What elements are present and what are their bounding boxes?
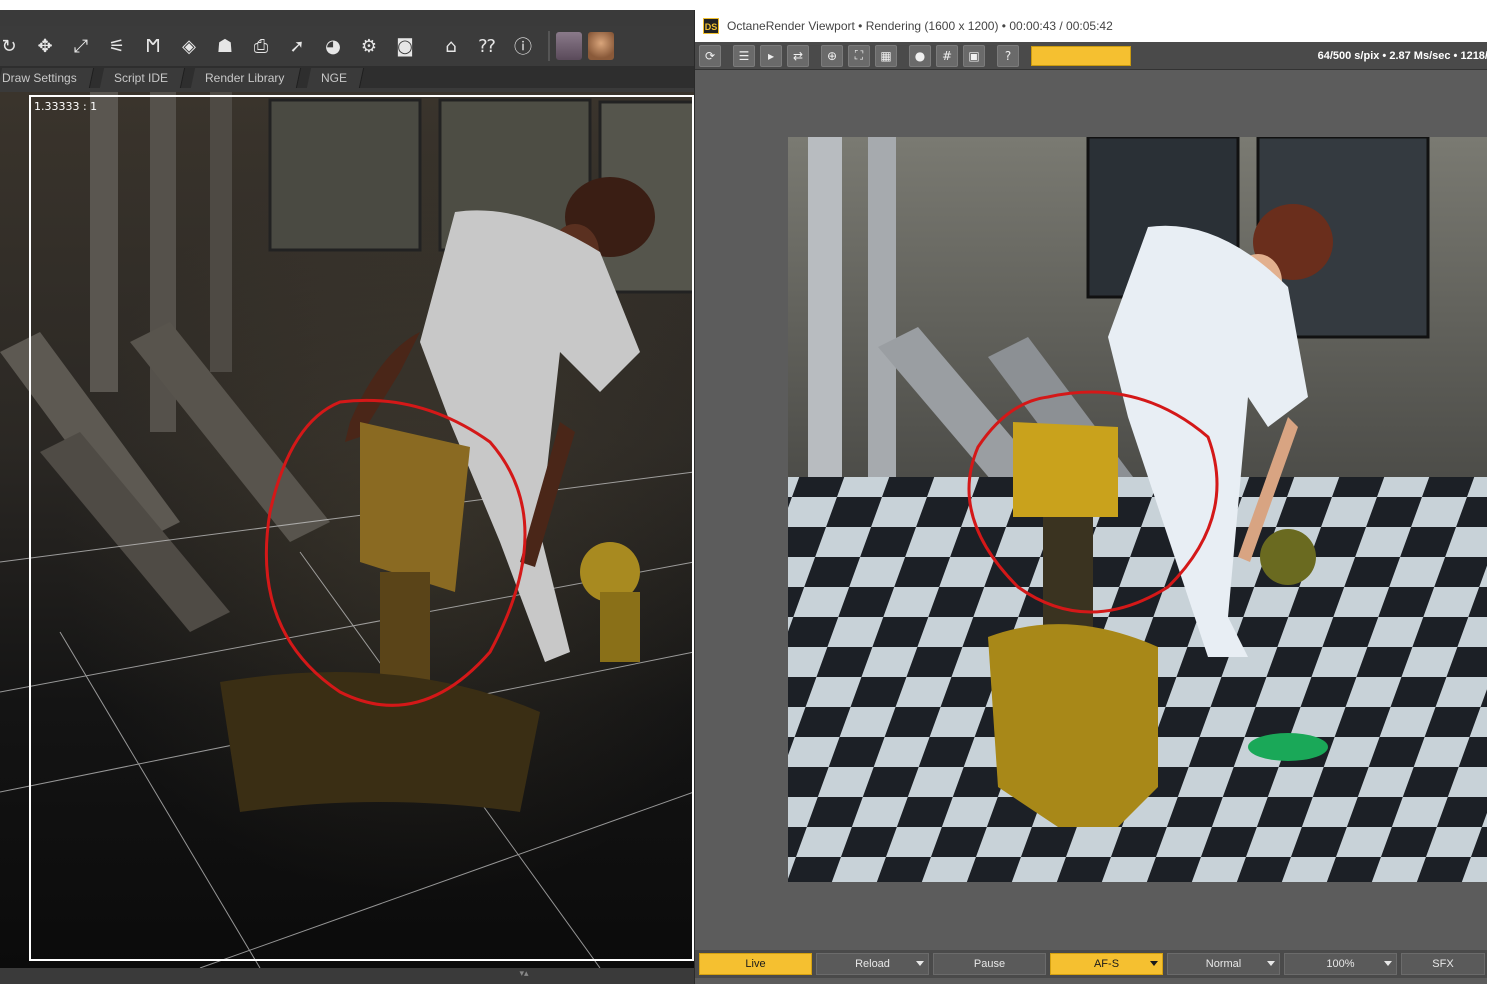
scene-tree-icon[interactable]: ☰	[733, 44, 755, 67]
viewport-scene	[0, 92, 694, 968]
zoom-dropdown[interactable]: 100%	[1284, 953, 1397, 975]
help-icon[interactable]: ⓘ	[508, 31, 538, 61]
octane-viewport-window: DS OctaneRender Viewport • Rendering (16…	[694, 10, 1487, 984]
chevron-down-icon	[916, 961, 924, 966]
region-render-icon[interactable]: ⛶	[848, 44, 870, 67]
af-s-dropdown[interactable]: AF-S	[1050, 953, 1163, 975]
face-thumbnail-icon[interactable]	[588, 32, 614, 60]
node-editor-icon[interactable]: ▸	[760, 44, 782, 67]
grid-overlay-icon[interactable]: #	[936, 44, 958, 67]
left-bottom-bar	[0, 968, 694, 984]
window	[268, 98, 422, 252]
focus-picker-icon[interactable]: ⊕	[821, 44, 843, 67]
render-stats: 64/500 s/pix • 2.87 Ms/sec • 1218/	[1317, 50, 1487, 62]
small-robot-body	[600, 592, 640, 662]
window-title: OctaneRender Viewport • Rendering (1600 …	[727, 19, 1113, 33]
octane-bottom-bar: Live Reload Pause AF-S Normal 100% SFX	[695, 950, 1487, 978]
refresh-icon[interactable]: ⟳	[699, 44, 721, 67]
scale-tool-icon[interactable]: ⤢	[66, 31, 96, 61]
layout-grid-icon[interactable]: ▦	[875, 44, 897, 67]
ds-logo-icon: DS	[703, 18, 719, 34]
rotate-tool-icon[interactable]: ↻	[0, 31, 24, 61]
top-strip	[0, 0, 694, 10]
robot-body	[360, 422, 470, 592]
joint-editor-icon[interactable]: ⚟	[102, 31, 132, 61]
tab-nge[interactable]: NGE	[306, 68, 365, 88]
render-image	[788, 137, 1487, 882]
tab-draw-settings[interactable]: Draw Settings	[0, 68, 94, 88]
chevron-down-icon	[1267, 961, 1275, 966]
save-image-icon[interactable]: ▣	[963, 44, 985, 67]
daz-home-icon[interactable]: ⌂	[436, 31, 466, 61]
render-output[interactable]	[788, 137, 1487, 882]
render-progress-bar	[1031, 45, 1131, 66]
pointer-icon[interactable]: ➚	[282, 31, 312, 61]
normal-dropdown[interactable]: Normal	[1167, 953, 1280, 975]
chevron-down-icon	[1384, 961, 1392, 966]
pane-tabs: Draw Settings Script IDE Render Library …	[0, 66, 694, 88]
help-icon[interactable]: ?	[997, 44, 1019, 67]
pause-button[interactable]: Pause	[933, 953, 1046, 975]
tab-render-library[interactable]: Render Library	[190, 68, 302, 88]
screen: ↻ ✥ ⤢ ⚟ Ϻ ◈ ☗ ⎙ ➚ ◕ ⚙ ◙ ⌂ ⁇ ⓘ Draw Setti…	[0, 0, 1487, 984]
pane-resize-handle[interactable]: ▾▴	[500, 968, 548, 982]
camera-icon[interactable]: ⎙	[246, 31, 276, 61]
whats-this-icon[interactable]: ⁇	[472, 31, 502, 61]
frame-ratio-label: 1.33333 : 1	[34, 100, 98, 113]
render-icon[interactable]: ◙	[390, 31, 420, 61]
green-puddle	[1248, 733, 1328, 761]
live-button[interactable]: Live	[699, 953, 812, 975]
geometry-editor-icon[interactable]: Ϻ	[138, 31, 168, 61]
surface-selection-icon[interactable]: ◈	[174, 31, 204, 61]
robot-backpack	[1013, 422, 1118, 517]
robot-legs	[988, 624, 1158, 827]
small-robot	[1260, 529, 1316, 585]
figure-select-icon[interactable]: ☗	[210, 31, 240, 61]
robot-neck	[380, 572, 430, 682]
figure-thumbnail-icon[interactable]	[556, 32, 582, 60]
tab-script-ide[interactable]: Script IDE	[99, 68, 185, 88]
render-settings-icon[interactable]: ⚙	[354, 31, 384, 61]
sfx-button[interactable]: SFX	[1401, 953, 1485, 975]
reload-button[interactable]: Reload	[816, 953, 929, 975]
chevron-down-icon	[1150, 961, 1158, 966]
share-icon[interactable]: ⇄	[787, 44, 809, 67]
pipe	[210, 92, 232, 372]
figure-arm	[345, 332, 420, 442]
pipe	[90, 92, 118, 392]
translate-tool-icon[interactable]: ✥	[30, 31, 60, 61]
daz-studio-pane: ↻ ✥ ⤢ ⚟ Ϻ ◈ ☗ ⎙ ➚ ◕ ⚙ ◙ ⌂ ⁇ ⓘ Draw Setti…	[0, 0, 694, 984]
record-icon[interactable]: ●	[909, 44, 931, 67]
toolbar-separator	[548, 31, 550, 61]
spot-render-icon[interactable]: ◕	[318, 31, 348, 61]
octane-toolbar: ⟳ ☰ ▸ ⇄ ⊕ ⛶ ▦ ● # ▣ ? 64/500 s/pix • 2.8…	[695, 42, 1487, 70]
3d-viewport[interactable]	[0, 92, 694, 968]
tool-toolbar: ↻ ✥ ⤢ ⚟ Ϻ ◈ ☗ ⎙ ➚ ◕ ⚙ ◙ ⌂ ⁇ ⓘ	[0, 26, 694, 66]
window-titlebar[interactable]: DS OctaneRender Viewport • Rendering (16…	[695, 10, 1487, 42]
